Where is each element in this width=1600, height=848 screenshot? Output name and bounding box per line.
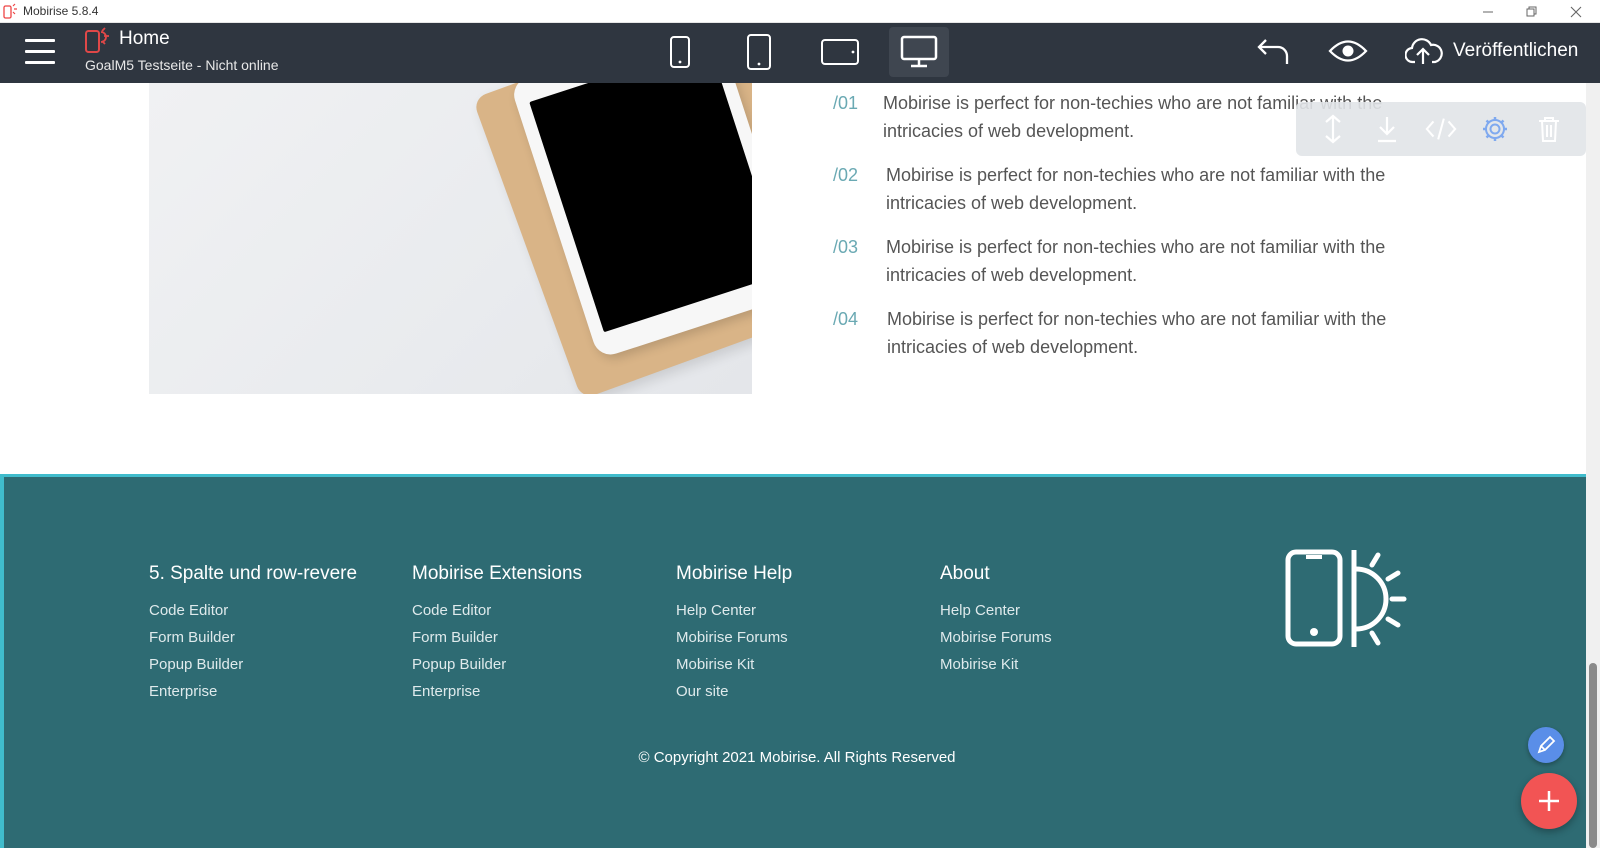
- window-title: Mobirise 5.8.4: [23, 4, 99, 18]
- edit-styles-button[interactable]: [1528, 727, 1564, 763]
- footer-link[interactable]: Form Builder: [412, 624, 582, 651]
- save-block-button[interactable]: [1371, 113, 1403, 145]
- app-toolbar: Home GoalM5 Testseite - Nicht online Ver…: [0, 23, 1600, 83]
- list-item-number: /03: [833, 237, 859, 257]
- delete-block-button[interactable]: [1533, 113, 1565, 145]
- menu-icon-bar: [25, 50, 55, 53]
- footer-link[interactable]: Code Editor: [412, 597, 582, 624]
- list-item-number: /04: [833, 309, 859, 329]
- preview-eye-icon: [1328, 40, 1368, 62]
- list-item-text: Mobirise is perfect for non-techies who …: [887, 309, 1387, 357]
- page-title[interactable]: Home: [119, 28, 170, 50]
- code-editor-button[interactable]: [1425, 113, 1457, 145]
- trash-icon: [1539, 117, 1559, 142]
- copyright-text: © Copyright 2021 Mobirise. All Rights Re…: [638, 749, 956, 766]
- page-scrollbar[interactable]: [1586, 83, 1600, 848]
- footer-link[interactable]: Popup Builder: [149, 651, 357, 678]
- mobirise-logo-icon: [85, 27, 109, 53]
- publish-button[interactable]: Veröffentlichen: [1405, 33, 1578, 69]
- footer-link[interactable]: Mobirise Kit: [940, 651, 1052, 678]
- move-block-button[interactable]: [1317, 113, 1349, 145]
- mobirise-logo-icon: [3, 3, 17, 19]
- footer-link[interactable]: Form Builder: [149, 624, 357, 651]
- footer-link[interactable]: Enterprise: [149, 678, 357, 705]
- block-toolbar: [1296, 102, 1586, 156]
- footer-link[interactable]: Mobirise Forums: [676, 624, 792, 651]
- undo-icon: [1257, 39, 1289, 64]
- footer-link[interactable]: Mobirise Forums: [940, 624, 1052, 651]
- tablet-icon: [821, 39, 859, 65]
- minimize-button[interactable]: [1466, 0, 1510, 23]
- phone-small-icon: [670, 36, 690, 68]
- list-item[interactable]: /04 Mobirise is perfect for non-techies …: [833, 305, 1443, 361]
- cloud-upload-icon: [1405, 38, 1443, 64]
- phone-small-view-button[interactable]: [650, 27, 710, 77]
- footer-link[interactable]: Enterprise: [412, 678, 582, 705]
- footer-link[interactable]: Popup Builder: [412, 651, 582, 678]
- page-canvas: /01 Mobirise is perfect for non-techies …: [0, 83, 1586, 848]
- list-item-text: Mobirise is perfect for non-techies who …: [886, 165, 1386, 213]
- menu-button[interactable]: [25, 39, 55, 65]
- tablet-view-button[interactable]: [810, 27, 870, 77]
- block-settings-button[interactable]: [1479, 113, 1511, 145]
- footer-link[interactable]: Our site: [676, 678, 792, 705]
- footer-column-title: Mobirise Help: [676, 563, 793, 584]
- footer-column: About Help Center Mobirise Forums Mobiri…: [940, 563, 1052, 678]
- gear-icon: [1483, 117, 1507, 141]
- footer-column: Mobirise Help Help Center Mobirise Forum…: [676, 563, 792, 705]
- plus-icon: [1539, 791, 1559, 811]
- move-icon: [1325, 114, 1341, 144]
- footer-column: 5. Spalte und row-revere Code Editor For…: [149, 563, 357, 705]
- add-block-button[interactable]: [1521, 773, 1577, 829]
- footer-link[interactable]: Mobirise Kit: [676, 651, 792, 678]
- list-item[interactable]: /03 Mobirise is perfect for non-techies …: [833, 233, 1443, 289]
- preview-button[interactable]: [1328, 33, 1368, 69]
- close-button[interactable]: [1554, 0, 1598, 23]
- scrollbar-thumb[interactable]: [1589, 663, 1597, 848]
- close-icon: [1570, 6, 1582, 17]
- restore-icon: [1526, 6, 1537, 16]
- pencil-icon: [1537, 735, 1556, 754]
- publish-label: Veröffentlichen: [1453, 40, 1579, 61]
- mobirise-logo-icon: [1285, 549, 1407, 647]
- minimize-icon: [1483, 11, 1493, 12]
- phone-view-button[interactable]: [729, 27, 789, 77]
- desktop-icon: [900, 35, 938, 68]
- footer-link[interactable]: Help Center: [676, 597, 792, 624]
- tablet-photo: [149, 83, 752, 394]
- footer-column-title: About: [940, 563, 990, 584]
- list-item-number: /02: [833, 165, 859, 185]
- site-status: GoalM5 Testseite - Nicht online: [85, 57, 279, 73]
- undo-button[interactable]: [1256, 33, 1290, 69]
- desktop-view-button[interactable]: [889, 27, 949, 77]
- list-item-text: Mobirise is perfect for non-techies who …: [886, 237, 1386, 285]
- footer-link[interactable]: Code Editor: [149, 597, 357, 624]
- code-icon: [1425, 118, 1457, 140]
- restore-button[interactable]: [1510, 0, 1554, 23]
- menu-icon-bar: [25, 61, 55, 64]
- save-block-icon: [1378, 117, 1396, 143]
- menu-icon: [25, 39, 55, 42]
- phone-icon: [747, 34, 771, 70]
- footer-column-title: 5. Spalte und row-revere: [149, 563, 358, 584]
- footer-column: Mobirise Extensions Code Editor Form Bui…: [412, 563, 582, 705]
- window-titlebar: Mobirise 5.8.4: [0, 0, 1600, 23]
- footer-column-title: Mobirise Extensions: [412, 563, 583, 584]
- list-item-number: /01: [833, 93, 859, 113]
- list-item[interactable]: /02 Mobirise is perfect for non-techies …: [833, 161, 1443, 217]
- footer-link[interactable]: Help Center: [940, 597, 1052, 624]
- footer-section[interactable]: 5. Spalte und row-revere Code Editor For…: [0, 474, 1586, 848]
